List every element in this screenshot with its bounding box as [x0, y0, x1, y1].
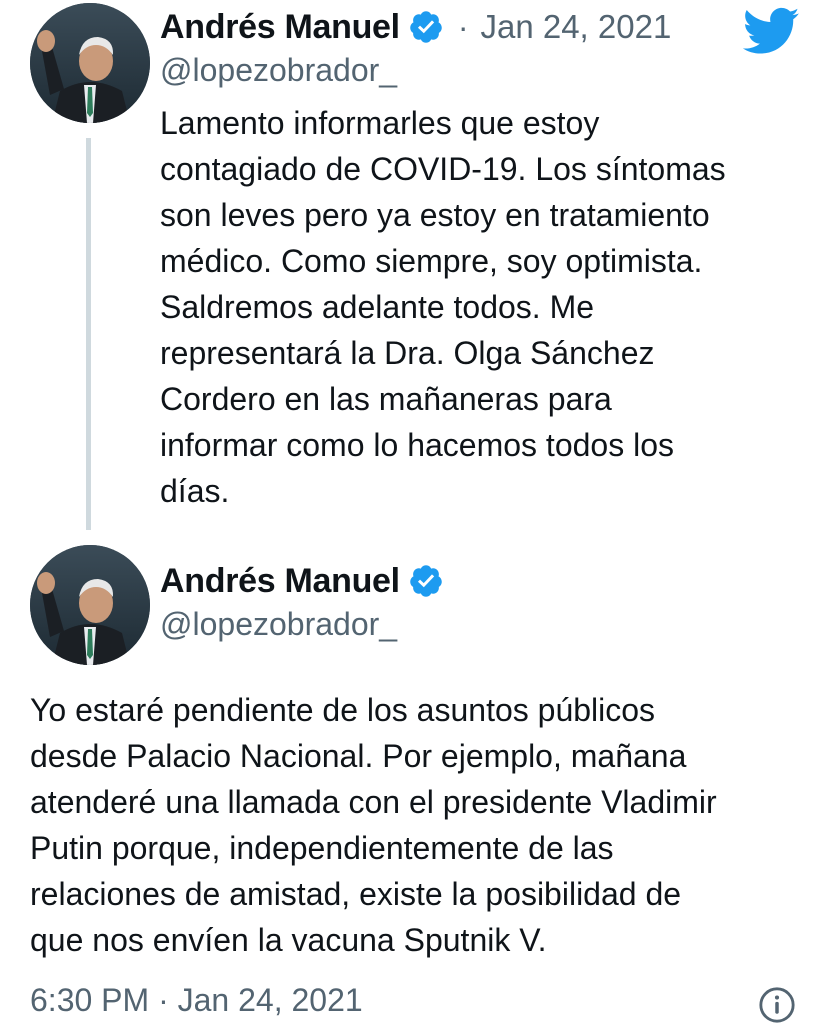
tweet-text: Yo estaré pendiente de los asuntos públi… [30, 692, 717, 958]
tweet-timestamp[interactable]: 6:30 PM · Jan 24, 2021 [30, 982, 363, 1019]
avatar-photo [30, 3, 150, 123]
avatar-photo [30, 545, 150, 665]
tweet-header: Andrés Manuel · Jan 24, 2021 [160, 4, 671, 50]
user-handle[interactable]: @lopezobrador_ [160, 52, 397, 89]
avatar[interactable] [30, 3, 150, 123]
thread-connector-line [86, 138, 91, 530]
tweet-text: Lamento informarles que estoy contagiado… [160, 105, 726, 509]
display-name[interactable]: Andrés Manuel [160, 562, 400, 601]
tweet-date[interactable]: Jan 24, 2021 [480, 8, 671, 46]
twitter-bird-icon[interactable] [740, 6, 800, 56]
verified-badge-icon [408, 9, 444, 45]
user-handle[interactable]: @lopezobrador_ [160, 606, 397, 643]
separator-dot: · [457, 8, 469, 45]
display-name[interactable]: Andrés Manuel [160, 8, 400, 47]
avatar[interactable] [30, 545, 150, 665]
tweet-header: Andrés Manuel [160, 558, 444, 604]
verified-badge-icon [408, 563, 444, 599]
info-icon[interactable] [758, 986, 796, 1024]
